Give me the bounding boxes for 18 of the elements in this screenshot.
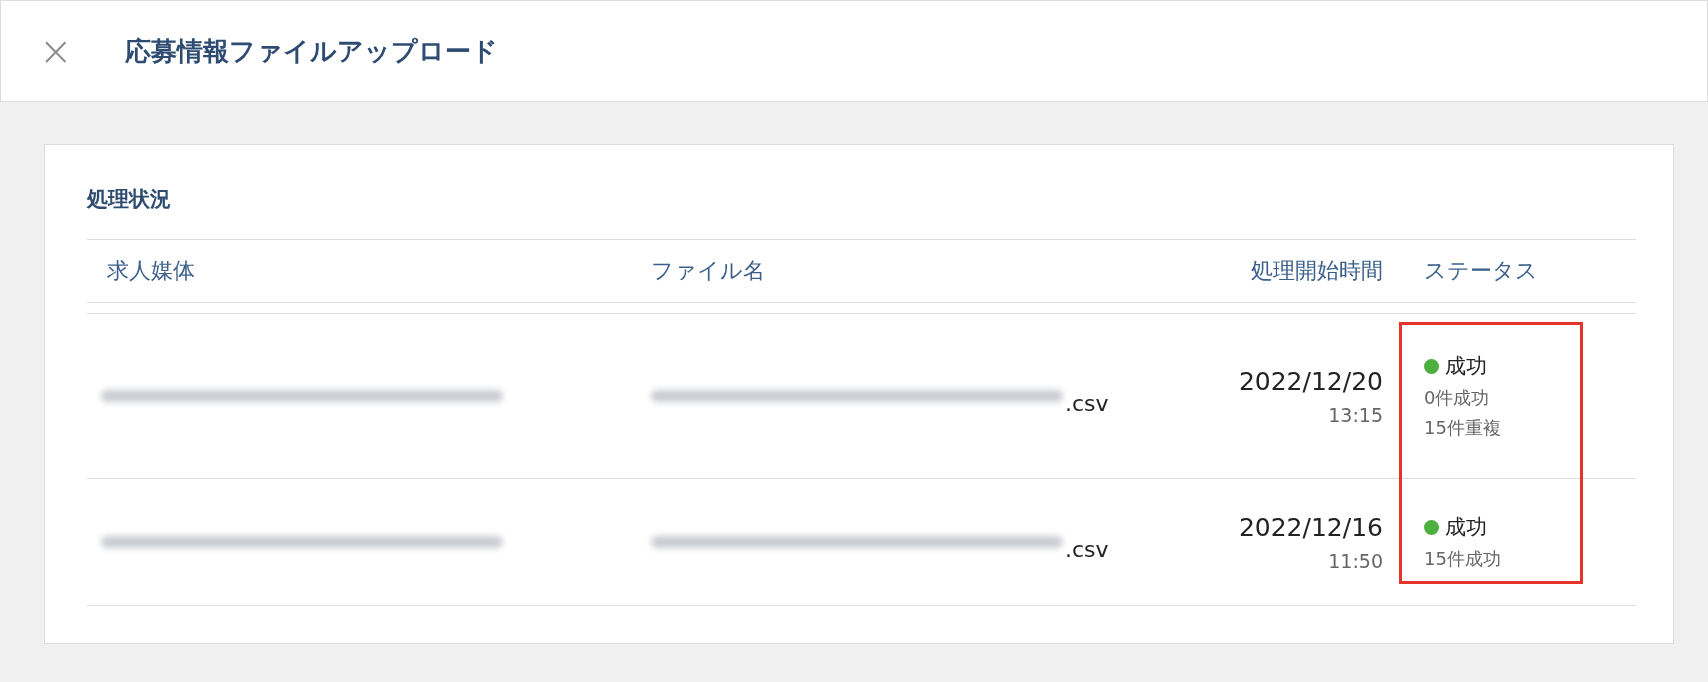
status-detail: 0件成功 (1424, 386, 1490, 410)
start-date: 2022/12/16 (1238, 512, 1383, 542)
start-date: 2022/12/20 (1238, 366, 1383, 396)
column-header: 処理開始時間 (1250, 257, 1383, 285)
file-extension: .csv (1065, 536, 1109, 562)
start-time: 13:15 (1328, 403, 1383, 426)
start-time: 11:50 (1328, 549, 1383, 572)
window-title: 応募情報ファイルアップロード (124, 34, 498, 68)
status-label: 成功 (1445, 514, 1487, 541)
column-header: 求人媒体 (106, 257, 196, 285)
close-button[interactable]: × (39, 31, 73, 71)
file-extension: .csv (1065, 390, 1109, 416)
status-detail: 15件成功 (1424, 547, 1501, 571)
column-header: ステータス (1423, 257, 1539, 285)
column-header: ファイル名 (651, 257, 766, 285)
section-title: 処理状況 (87, 186, 171, 213)
status-detail: 15件重複 (1424, 416, 1501, 440)
status-label: 成功 (1445, 353, 1487, 380)
